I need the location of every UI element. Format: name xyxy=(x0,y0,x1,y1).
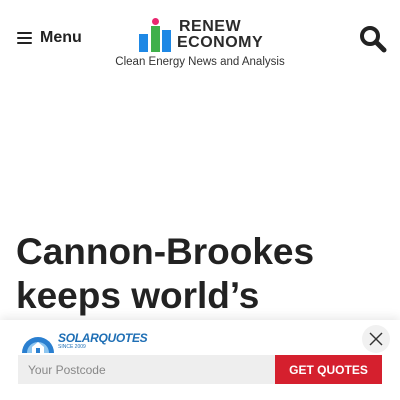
ad-placeholder xyxy=(0,90,400,220)
menu-label: Menu xyxy=(40,29,82,46)
postcode-input[interactable] xyxy=(18,355,275,384)
article-headline[interactable]: Cannon-Brookes keeps world’s xyxy=(16,230,386,318)
close-banner-button[interactable] xyxy=(362,325,390,353)
get-quotes-button[interactable]: GET QUOTES xyxy=(275,355,382,384)
solarquotes-name: SOLARQUOTES xyxy=(58,331,148,345)
search-icon xyxy=(360,26,387,53)
logo-wordmark: RENEW ECONOMY xyxy=(177,19,263,52)
solarquotes-banner: SOLARQUOTES SINCE 2009 GET QUOTES xyxy=(0,320,400,400)
site-header: Menu RENEW ECONOMY Clean Energy News and… xyxy=(0,0,400,90)
renew-economy-logo[interactable]: RENEW ECONOMY xyxy=(139,16,263,52)
close-icon xyxy=(369,332,383,346)
logo-mark-icon xyxy=(139,18,171,52)
site-tagline: Clean Energy News and Analysis xyxy=(115,56,285,68)
hamburger-icon xyxy=(17,32,32,44)
menu-button[interactable]: Menu xyxy=(17,26,82,50)
logo-line-1: RENEW xyxy=(179,18,242,35)
sun-house-icon xyxy=(22,337,54,353)
search-button[interactable] xyxy=(358,24,388,54)
solarquotes-logo[interactable]: SOLARQUOTES SINCE 2009 xyxy=(19,325,148,353)
logo-line-2: ECONOMY xyxy=(177,34,264,51)
